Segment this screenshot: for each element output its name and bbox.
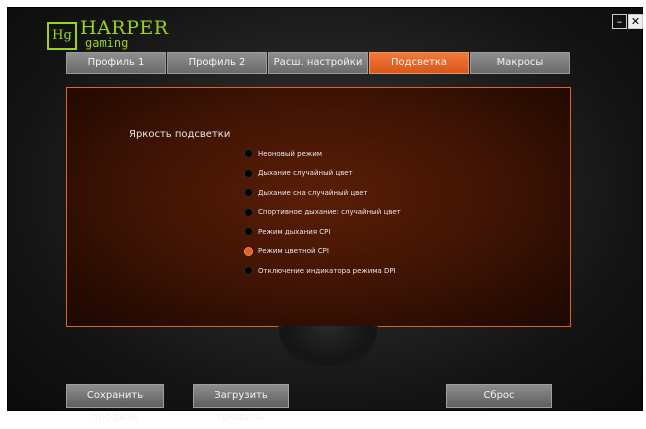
logo-mark: Hg: [47, 22, 77, 50]
close-button[interactable]: ✕: [628, 14, 643, 29]
radio-indicator: [245, 150, 252, 158]
save-profile-button[interactable]: Сохранить профиль: [66, 384, 164, 423]
mode-label: Режим цветной CPI: [258, 247, 329, 256]
mode-breathing-random-radio[interactable]: Дыхание случайный цвет: [245, 164, 401, 184]
mode-label: Дыхание случайный цвет: [258, 169, 353, 178]
tab-profile-2[interactable]: Профиль 2: [167, 52, 267, 74]
mode-dpi-indicator-off-radio[interactable]: Отключение индикатора режима DPI: [245, 261, 401, 281]
radio-indicator-selected: [245, 247, 252, 255]
mode-label: Спортивное дыхание: случайный цвет: [258, 208, 401, 217]
backlight-mode-list: Неоновый режим Дыхание случайный цвет Ды…: [245, 144, 401, 281]
minimize-button[interactable]: –: [612, 14, 627, 29]
load-profile-button[interactable]: Загрузить профиль: [193, 384, 289, 423]
radio-indicator: [245, 169, 252, 177]
logo-sub: gaming: [85, 36, 129, 50]
reset-button[interactable]: Сброс: [446, 384, 552, 408]
tab-macros[interactable]: Макросы: [470, 52, 570, 74]
mode-label: Неоновый режим: [258, 149, 323, 158]
mode-cpi-breathing-radio[interactable]: Режим дыхания CPI: [245, 222, 401, 242]
app-window: Hg HARPER gaming – ✕ Профиль 1 Профиль 2…: [7, 7, 643, 423]
backlight-panel: Яркость подсветки Неоновый режим Дыхание…: [66, 87, 571, 327]
radio-indicator: [245, 208, 252, 216]
mode-sleep-breathing-radio[interactable]: Дыхание сна случайный цвет: [245, 183, 401, 203]
mode-neon-radio[interactable]: Неоновый режим: [245, 144, 401, 164]
mode-label: Отключение индикатора режима DPI: [258, 266, 396, 275]
mode-sport-breathing-radio[interactable]: Спортивное дыхание: случайный цвет: [245, 203, 401, 223]
mode-cpi-color-radio[interactable]: Режим цветной CPI: [245, 242, 401, 262]
radio-indicator: [245, 189, 252, 197]
mode-label: Дыхание сна случайный цвет: [258, 188, 368, 197]
harper-gaming-logo: Hg HARPER gaming: [47, 18, 168, 52]
logo-brand: HARPER: [80, 17, 169, 39]
radio-indicator: [245, 267, 252, 275]
mode-label: Режим дыхания CPI: [258, 227, 331, 236]
radio-indicator: [245, 228, 252, 236]
mouse-silhouette: [278, 326, 378, 366]
tab-advanced-settings[interactable]: Расш. настройки: [268, 52, 368, 74]
tab-backlight[interactable]: Подсветка: [369, 52, 469, 74]
brightness-label: Яркость подсветки: [129, 129, 231, 140]
tab-profile-1[interactable]: Профиль 1: [66, 52, 166, 74]
